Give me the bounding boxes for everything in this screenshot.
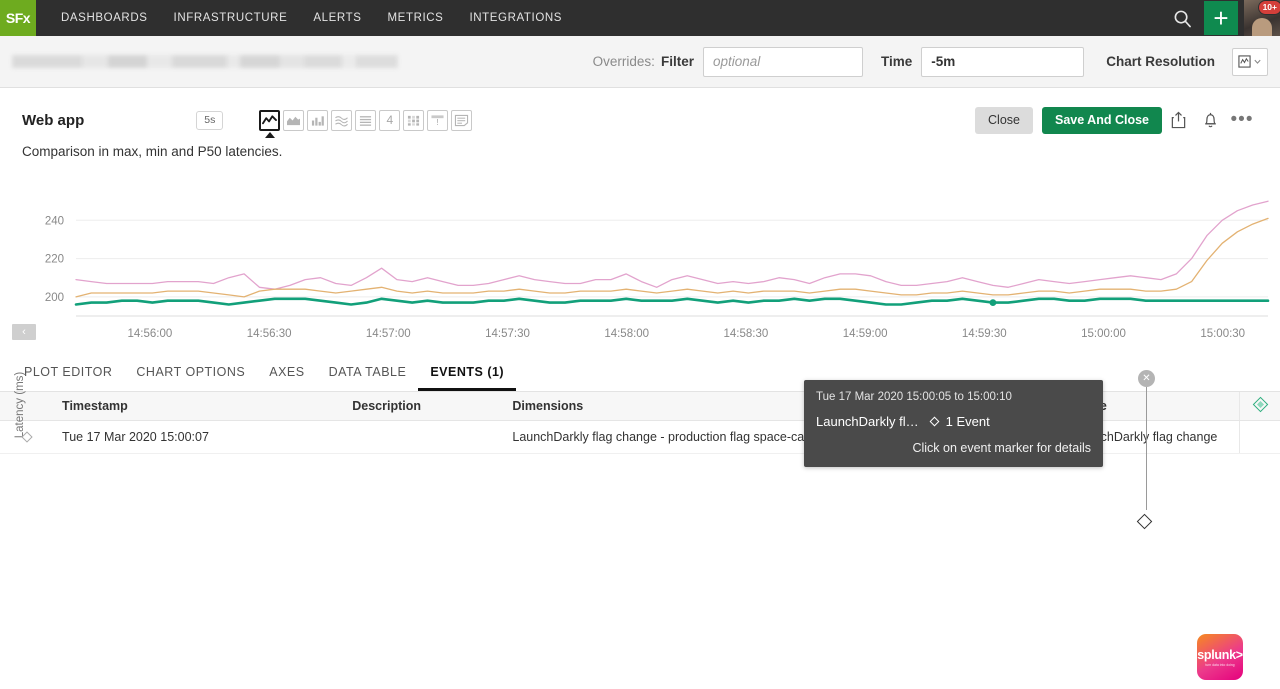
col-header-description[interactable]: Description bbox=[344, 392, 504, 421]
header-actions: Close Save And Close ••• bbox=[975, 105, 1258, 135]
tab-events[interactable]: EVENTS (1) bbox=[418, 365, 516, 391]
col-header-timestamp[interactable]: Timestamp bbox=[54, 392, 344, 421]
splunk-logo-tagline: turn data into doing bbox=[1205, 663, 1234, 667]
signalfx-logo[interactable]: SFx bbox=[0, 0, 36, 36]
filter-label: Filter bbox=[661, 54, 694, 69]
breadcrumb[interactable] bbox=[12, 55, 398, 68]
tab-axes[interactable]: AXES bbox=[257, 365, 316, 391]
y-axis-label: Latency (ms) bbox=[14, 372, 26, 438]
splunk-logo-word: splunk> bbox=[1197, 648, 1242, 662]
svg-text:14:56:00: 14:56:00 bbox=[128, 328, 173, 340]
event-marker-diamond[interactable] bbox=[1137, 514, 1153, 530]
row-timestamp: Tue 17 Mar 2020 15:00:07 bbox=[54, 421, 344, 454]
event-marker-toggle-icon bbox=[1252, 397, 1268, 413]
overrides-controls: Overrides: Filter Time Chart Resolution bbox=[593, 47, 1268, 77]
add-button[interactable]: + bbox=[1204, 1, 1238, 35]
histogram-icon[interactable] bbox=[331, 110, 352, 131]
event-marker-close-icon[interactable]: ✕ bbox=[1138, 370, 1155, 387]
search-icon[interactable] bbox=[1160, 0, 1204, 36]
tab-chart-options[interactable]: CHART OPTIONS bbox=[124, 365, 257, 391]
logo-text: SFx bbox=[6, 10, 30, 26]
single-value-glyph: 4 bbox=[386, 113, 393, 127]
svg-text:14:57:30: 14:57:30 bbox=[485, 328, 530, 340]
tab-plot-editor[interactable]: PLOT EDITOR bbox=[12, 365, 124, 391]
col-header-icon bbox=[0, 392, 54, 421]
nav-right-actions: + 10+ bbox=[1160, 0, 1280, 36]
filter-input[interactable] bbox=[703, 47, 863, 77]
svg-text:220: 220 bbox=[45, 254, 64, 266]
single-value-icon[interactable]: 4 bbox=[379, 110, 400, 131]
event-tooltip: Tue 17 Mar 2020 15:00:05 to 15:00:10 Lau… bbox=[804, 380, 1103, 467]
col-header-action[interactable] bbox=[1240, 392, 1280, 421]
avatar[interactable]: 10+ bbox=[1244, 0, 1280, 36]
svg-text:14:59:30: 14:59:30 bbox=[962, 328, 1007, 340]
tooltip-event-row: LaunchDarkly fl… 1 Event bbox=[816, 414, 1091, 429]
svg-text:240: 240 bbox=[45, 215, 64, 227]
chart-description: Comparison in max, min and P50 latencies… bbox=[0, 136, 1280, 159]
svg-text:200: 200 bbox=[45, 292, 64, 304]
nav-item-metrics[interactable]: METRICS bbox=[375, 0, 457, 36]
time-input[interactable] bbox=[921, 47, 1084, 77]
svg-text:15:00:00: 15:00:00 bbox=[1081, 328, 1126, 340]
nav-item-infrastructure[interactable]: INFRASTRUCTURE bbox=[161, 0, 301, 36]
visualization-type-picker: 4 ! bbox=[259, 110, 472, 131]
nav-item-integrations[interactable]: INTEGRATIONS bbox=[456, 0, 575, 36]
nav-item-dashboards[interactable]: DASHBOARDS bbox=[48, 0, 161, 36]
row-action[interactable] bbox=[1240, 421, 1280, 454]
splunk-logo: splunk> turn data into doing bbox=[1197, 634, 1243, 680]
svg-text:14:58:00: 14:58:00 bbox=[604, 328, 649, 340]
overrides-bar: Overrides: Filter Time Chart Resolution bbox=[0, 36, 1280, 88]
notification-badge: 10+ bbox=[1258, 0, 1280, 15]
page-title: Web app bbox=[22, 112, 84, 129]
event-feed-icon[interactable]: ! bbox=[427, 110, 448, 131]
share-icon[interactable] bbox=[1162, 105, 1194, 135]
column-chart-icon[interactable] bbox=[307, 110, 328, 131]
svg-text:14:59:00: 14:59:00 bbox=[843, 328, 888, 340]
overrides-label: Overrides: bbox=[593, 54, 655, 69]
plus-icon: + bbox=[1213, 5, 1228, 31]
time-label: Time bbox=[881, 54, 912, 69]
svg-text:14:58:30: 14:58:30 bbox=[724, 328, 769, 340]
tooltip-event-name: LaunchDarkly fl… bbox=[816, 414, 919, 429]
chart-plot-area: Latency (ms) ‹ 20022024014:56:0014:56:30… bbox=[0, 173, 1280, 358]
row-description bbox=[344, 421, 504, 454]
svg-text:14:57:00: 14:57:00 bbox=[366, 328, 411, 340]
svg-text:14:56:30: 14:56:30 bbox=[247, 328, 292, 340]
resolution-pill[interactable]: 5s bbox=[196, 111, 223, 130]
area-chart-icon[interactable] bbox=[283, 110, 304, 131]
svg-text:!: ! bbox=[437, 117, 439, 127]
tooltip-event-count: 1 Event bbox=[946, 414, 990, 429]
tooltip-hint: Click on event marker for details bbox=[816, 441, 1091, 455]
heatmap-icon[interactable] bbox=[403, 110, 424, 131]
tooltip-diamond-icon bbox=[929, 417, 939, 427]
chart-resolution-label: Chart Resolution bbox=[1106, 54, 1215, 69]
chart-resolution-dropdown[interactable] bbox=[1232, 48, 1268, 76]
nav-items: DASHBOARDS INFRASTRUCTURE ALERTS METRICS… bbox=[36, 0, 575, 36]
chart-header: Web app 5s 4 ! Close Save An bbox=[0, 88, 1280, 136]
latency-line-chart: 200 220 240 14:56:00 14:56:30 14:57:00 14:57:3… bbox=[0, 173, 1280, 358]
chevron-down-icon bbox=[1253, 57, 1262, 66]
text-note-icon[interactable] bbox=[451, 110, 472, 131]
line-chart-icon[interactable] bbox=[259, 110, 280, 131]
event-marker-line bbox=[1146, 387, 1147, 510]
top-navigation-bar: SFx DASHBOARDS INFRASTRUCTURE ALERTS MET… bbox=[0, 0, 1280, 36]
close-button[interactable]: Close bbox=[975, 107, 1033, 134]
tab-data-table[interactable]: DATA TABLE bbox=[317, 365, 419, 391]
more-dots: ••• bbox=[1231, 115, 1254, 125]
more-options-icon[interactable]: ••• bbox=[1226, 105, 1258, 135]
bell-icon[interactable] bbox=[1194, 105, 1226, 135]
chart-pulse-icon bbox=[1238, 55, 1251, 68]
save-and-close-button[interactable]: Save And Close bbox=[1042, 107, 1162, 134]
nav-item-alerts[interactable]: ALERTS bbox=[300, 0, 374, 36]
tooltip-time-range: Tue 17 Mar 2020 15:00:05 to 15:00:10 bbox=[816, 391, 1091, 403]
list-icon[interactable] bbox=[355, 110, 376, 131]
row-icon-cell bbox=[0, 421, 54, 454]
svg-text:15:00:30: 15:00:30 bbox=[1200, 328, 1245, 340]
